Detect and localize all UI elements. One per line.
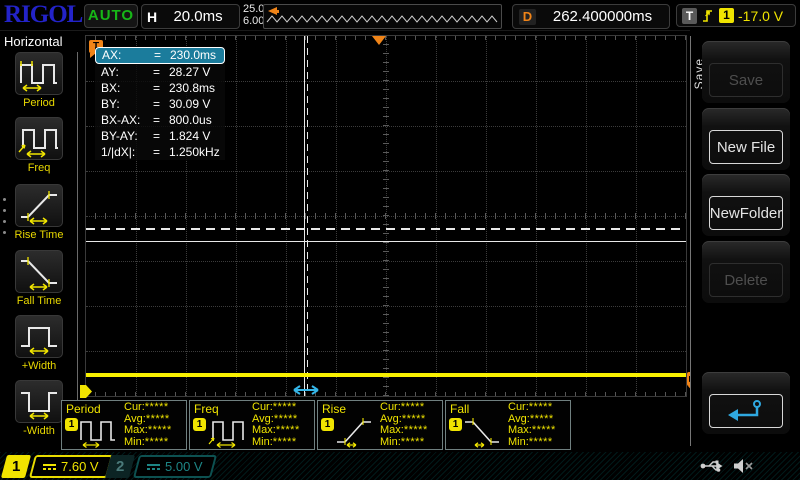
cursor-ay-line[interactable] (86, 241, 686, 242)
bottom-channel-bar: 1 7.60 V 2 5.00 V (0, 452, 800, 480)
measure-item-period[interactable]: Period (0, 52, 78, 109)
preview-waveform-icon (266, 15, 498, 23)
save-button: Save (702, 41, 790, 103)
cursor-by-line[interactable] (86, 228, 686, 230)
page-indicator-dot (3, 220, 6, 223)
measure-item-rise-time[interactable]: Rise Time (0, 184, 78, 241)
freq-icon (18, 128, 58, 158)
freq-stat-icon (208, 421, 244, 448)
channel2-indicator[interactable]: 2 5.00 V (104, 455, 218, 478)
t-label: T (682, 7, 697, 24)
cursor-readout-panel: AX: = 230.0ms AY: = 28.27 V BX: = 230.8m… (95, 47, 225, 160)
cursor-ax-line[interactable] (304, 36, 305, 396)
timebase-value: 20.0ms (173, 8, 223, 25)
new-folder-button[interactable]: NewFolder (702, 174, 790, 236)
measure-item-pos-width[interactable]: +Width (0, 315, 78, 372)
cursor-row-dy[interactable]: BY-AY: = 1.824 V (95, 128, 225, 144)
left-measure-menu: Horizontal Period Freq Rise Time Fall Ti… (0, 30, 80, 452)
cursor-row-ay[interactable]: AY: = 28.27 V (95, 64, 225, 80)
measure-item-label: Period (23, 97, 55, 109)
page-indicator-dot (3, 198, 6, 201)
rigol-logo: RIGOL (4, 1, 83, 28)
trigger-level-value: -17.0 V (738, 7, 784, 24)
rise-stat-icon (337, 418, 371, 448)
delay-value: 262.400000ms (552, 8, 653, 25)
menu-tab-line (690, 36, 691, 446)
cursor-row-ax[interactable]: AX: = 230.0ms (95, 47, 225, 64)
usb-icon (700, 460, 723, 472)
channel-badge: 1 (321, 418, 334, 431)
channel-badge: 1 (193, 418, 206, 431)
channel1-waveform (86, 373, 686, 377)
channel2-badge: 2 (104, 455, 136, 478)
stat-box-period: Period 1 Cur:***** Avg:***** Max:***** M… (61, 400, 187, 450)
channel1-ground-marker-icon[interactable] (80, 385, 93, 398)
h-label: H (147, 8, 158, 25)
stat-box-freq: Freq 1 Cur:***** Avg:***** Max:***** Min… (189, 400, 315, 450)
cursor-row-by[interactable]: BY: = 30.09 V (95, 96, 225, 112)
channel1-indicator[interactable]: 1 7.60 V (0, 455, 114, 478)
trigger-slope-icon (703, 10, 712, 22)
pos-width-icon (21, 326, 57, 355)
return-arrow-icon (728, 400, 761, 421)
period-stat-icon (80, 421, 115, 448)
measure-item-label: Fall Time (16, 295, 62, 307)
channel-badge: 1 (449, 418, 462, 431)
page-indicator-dot (3, 209, 6, 212)
trigger-source-badge: 1 (719, 8, 734, 23)
new-file-button[interactable]: New File (702, 108, 790, 170)
waveform-preview (263, 4, 502, 29)
fall-stat-icon (465, 418, 499, 448)
rise-time-icon (21, 190, 57, 225)
measure-item-freq[interactable]: Freq (0, 117, 78, 174)
timebase-readout: H 20.0ms (141, 4, 240, 29)
channel-badge: 1 (65, 418, 78, 431)
delete-button: Delete (702, 241, 790, 303)
channel1-scale: 7.60 V (61, 459, 99, 474)
cursor-drag-arrow-icon[interactable] (292, 384, 320, 396)
neg-width-icon (21, 391, 57, 420)
stat-box-fall: Fall 1 Cur:***** Avg:***** Max:***** Min… (445, 400, 571, 450)
dc-coupling-icon (147, 463, 160, 471)
left-menu-title: Horizontal (4, 34, 63, 49)
oscilloscope-screen: RIGOL AUTO H 20.0ms 25.0MSa/s 6.00M pts … (0, 0, 800, 480)
cursor-row-bx[interactable]: BX: = 230.8ms (95, 80, 225, 96)
trigger-position-marker-icon[interactable] (372, 36, 386, 45)
dc-coupling-icon (43, 463, 56, 471)
run-status-badge: AUTO (84, 4, 138, 28)
delay-readout: D 262.400000ms (512, 4, 670, 29)
channel2-scale: 5.00 V (165, 459, 203, 474)
channel1-badge: 1 (0, 455, 32, 478)
measure-item-label: +Width (21, 360, 57, 372)
cursor-row-inv-dx[interactable]: 1/|dX|: = 1.250kHz (95, 144, 225, 160)
graticule-ticks-vcenter (383, 36, 389, 396)
right-softkey-menu: Save Save New File NewFolder Delete (690, 30, 800, 452)
top-status-bar: RIGOL AUTO H 20.0ms 25.0MSa/s 6.00M pts … (0, 0, 800, 31)
cursor-bx-line[interactable] (307, 36, 308, 396)
stat-box-rise: Rise 1 Cur:***** Avg:***** Max:***** Min… (317, 400, 443, 450)
speaker-muted-icon (734, 459, 753, 473)
trigger-readout: T 1 -17.0 V (676, 4, 796, 27)
fall-time-icon (21, 256, 57, 291)
measure-item-label: Freq (27, 162, 51, 174)
back-button[interactable] (702, 372, 790, 434)
page-indicator-dot (3, 231, 6, 234)
period-icon (20, 60, 57, 92)
measure-item-label: Rise Time (14, 229, 64, 241)
measure-item-fall-time[interactable]: Fall Time (0, 250, 78, 307)
d-label: D (519, 8, 536, 25)
cursor-row-dx[interactable]: BX-AX: = 800.0us (95, 112, 225, 128)
